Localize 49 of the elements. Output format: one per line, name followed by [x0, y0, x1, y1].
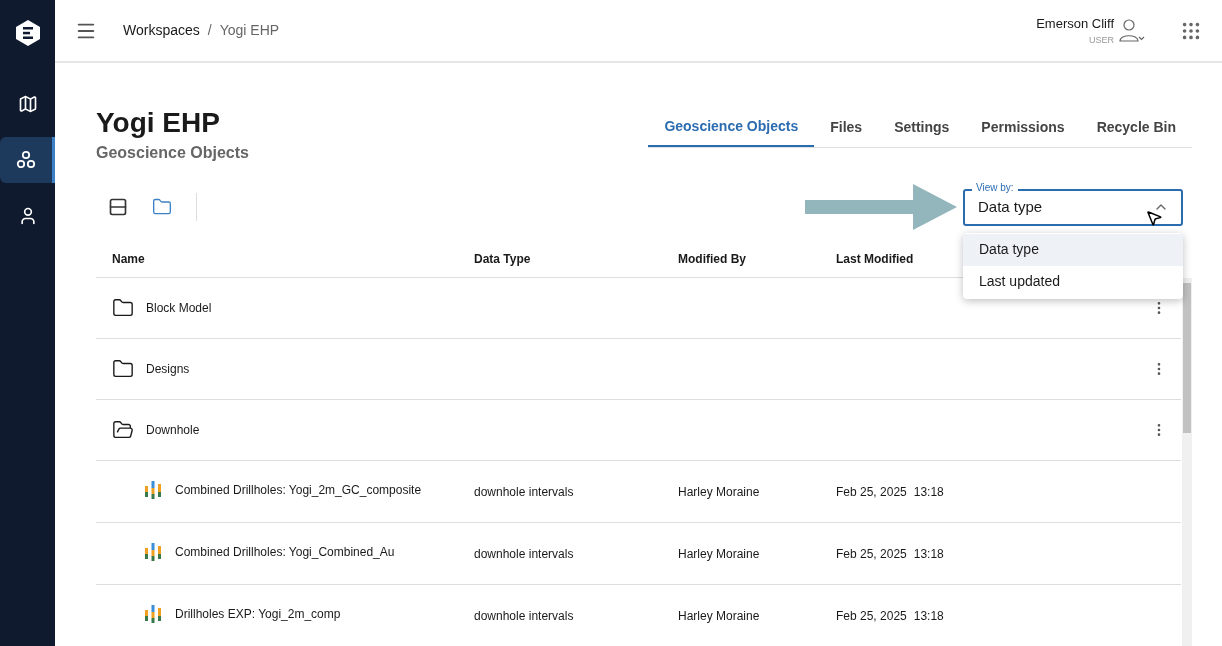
drillhole-icon	[144, 480, 162, 500]
cursor-icon	[1145, 208, 1163, 227]
table-cell-text: downhole intervals	[474, 483, 575, 501]
object-name[interactable]: Combined Drillholes: Yogi_2m_GC_composite	[175, 481, 422, 499]
time-cell-text: 13:18	[913, 545, 944, 563]
page-title: Yogi EHP	[96, 106, 221, 140]
tab[interactable]: Settings	[878, 107, 966, 147]
tab[interactable]: Recycle Bin	[1080, 107, 1192, 147]
tab[interactable]: Permissions	[965, 107, 1081, 147]
breadcrumb-link[interactable]: Workspaces	[123, 20, 200, 41]
date-cell-text: Feb 25, 2025	[836, 483, 907, 501]
column-header: Modified By	[678, 251, 747, 268]
table-cell-text: downhole intervals	[474, 607, 575, 625]
folder-icon	[152, 197, 172, 217]
time-cell-text: 13:18	[913, 607, 944, 625]
table-cell-text: downhole intervals	[474, 545, 575, 563]
breadcrumb-current: Yogi EHP	[219, 21, 280, 40]
column-header: Name	[112, 251, 146, 268]
table-cell-text: Harley Moraine	[678, 607, 761, 625]
column-header: Last Modified	[836, 251, 915, 268]
table-cell-text: Harley Moraine	[678, 483, 761, 501]
date-cell-text: Feb 25, 2025	[836, 545, 907, 563]
drillhole-icon	[144, 542, 162, 562]
cubes-icon	[16, 150, 36, 170]
folder-name[interactable]: Downhole	[146, 421, 200, 439]
dropdown-option[interactable]: Last updated	[963, 265, 1183, 298]
date-cell-text: Feb 25, 2025	[836, 607, 907, 625]
tab[interactable]: Geoscience Objects	[648, 107, 815, 147]
object-name[interactable]: Combined Drillholes: Yogi_Combined_Au	[175, 543, 395, 561]
dropdown-option[interactable]: Data type	[963, 233, 1183, 266]
column-header: Data Type	[474, 251, 532, 268]
breadcrumb-separator: /	[207, 21, 212, 40]
user-name: Emerson Cliff	[1036, 15, 1114, 33]
time-cell-text: 13:18	[913, 483, 944, 501]
table-cell-text: Harley Moraine	[678, 545, 761, 563]
drillhole-icon	[144, 604, 162, 624]
tab[interactable]: Files	[814, 107, 879, 147]
folder-name[interactable]: Block Model	[146, 299, 212, 317]
user-role: USER	[1089, 33, 1114, 47]
list-icon	[108, 197, 128, 217]
logo-icon	[14, 19, 41, 47]
sidebar-item[interactable]	[0, 137, 55, 183]
account-button[interactable]	[1118, 17, 1146, 44]
object-name[interactable]: Drillholes EXP: Yogi_2m_comp	[175, 605, 341, 623]
folder-name[interactable]: Designs	[146, 360, 190, 378]
page-subtitle: Geoscience Objects	[96, 143, 249, 163]
map-icon	[17, 94, 38, 114]
view-by-label: View by:	[972, 180, 1018, 195]
user-dropdown-icon	[1118, 17, 1146, 44]
